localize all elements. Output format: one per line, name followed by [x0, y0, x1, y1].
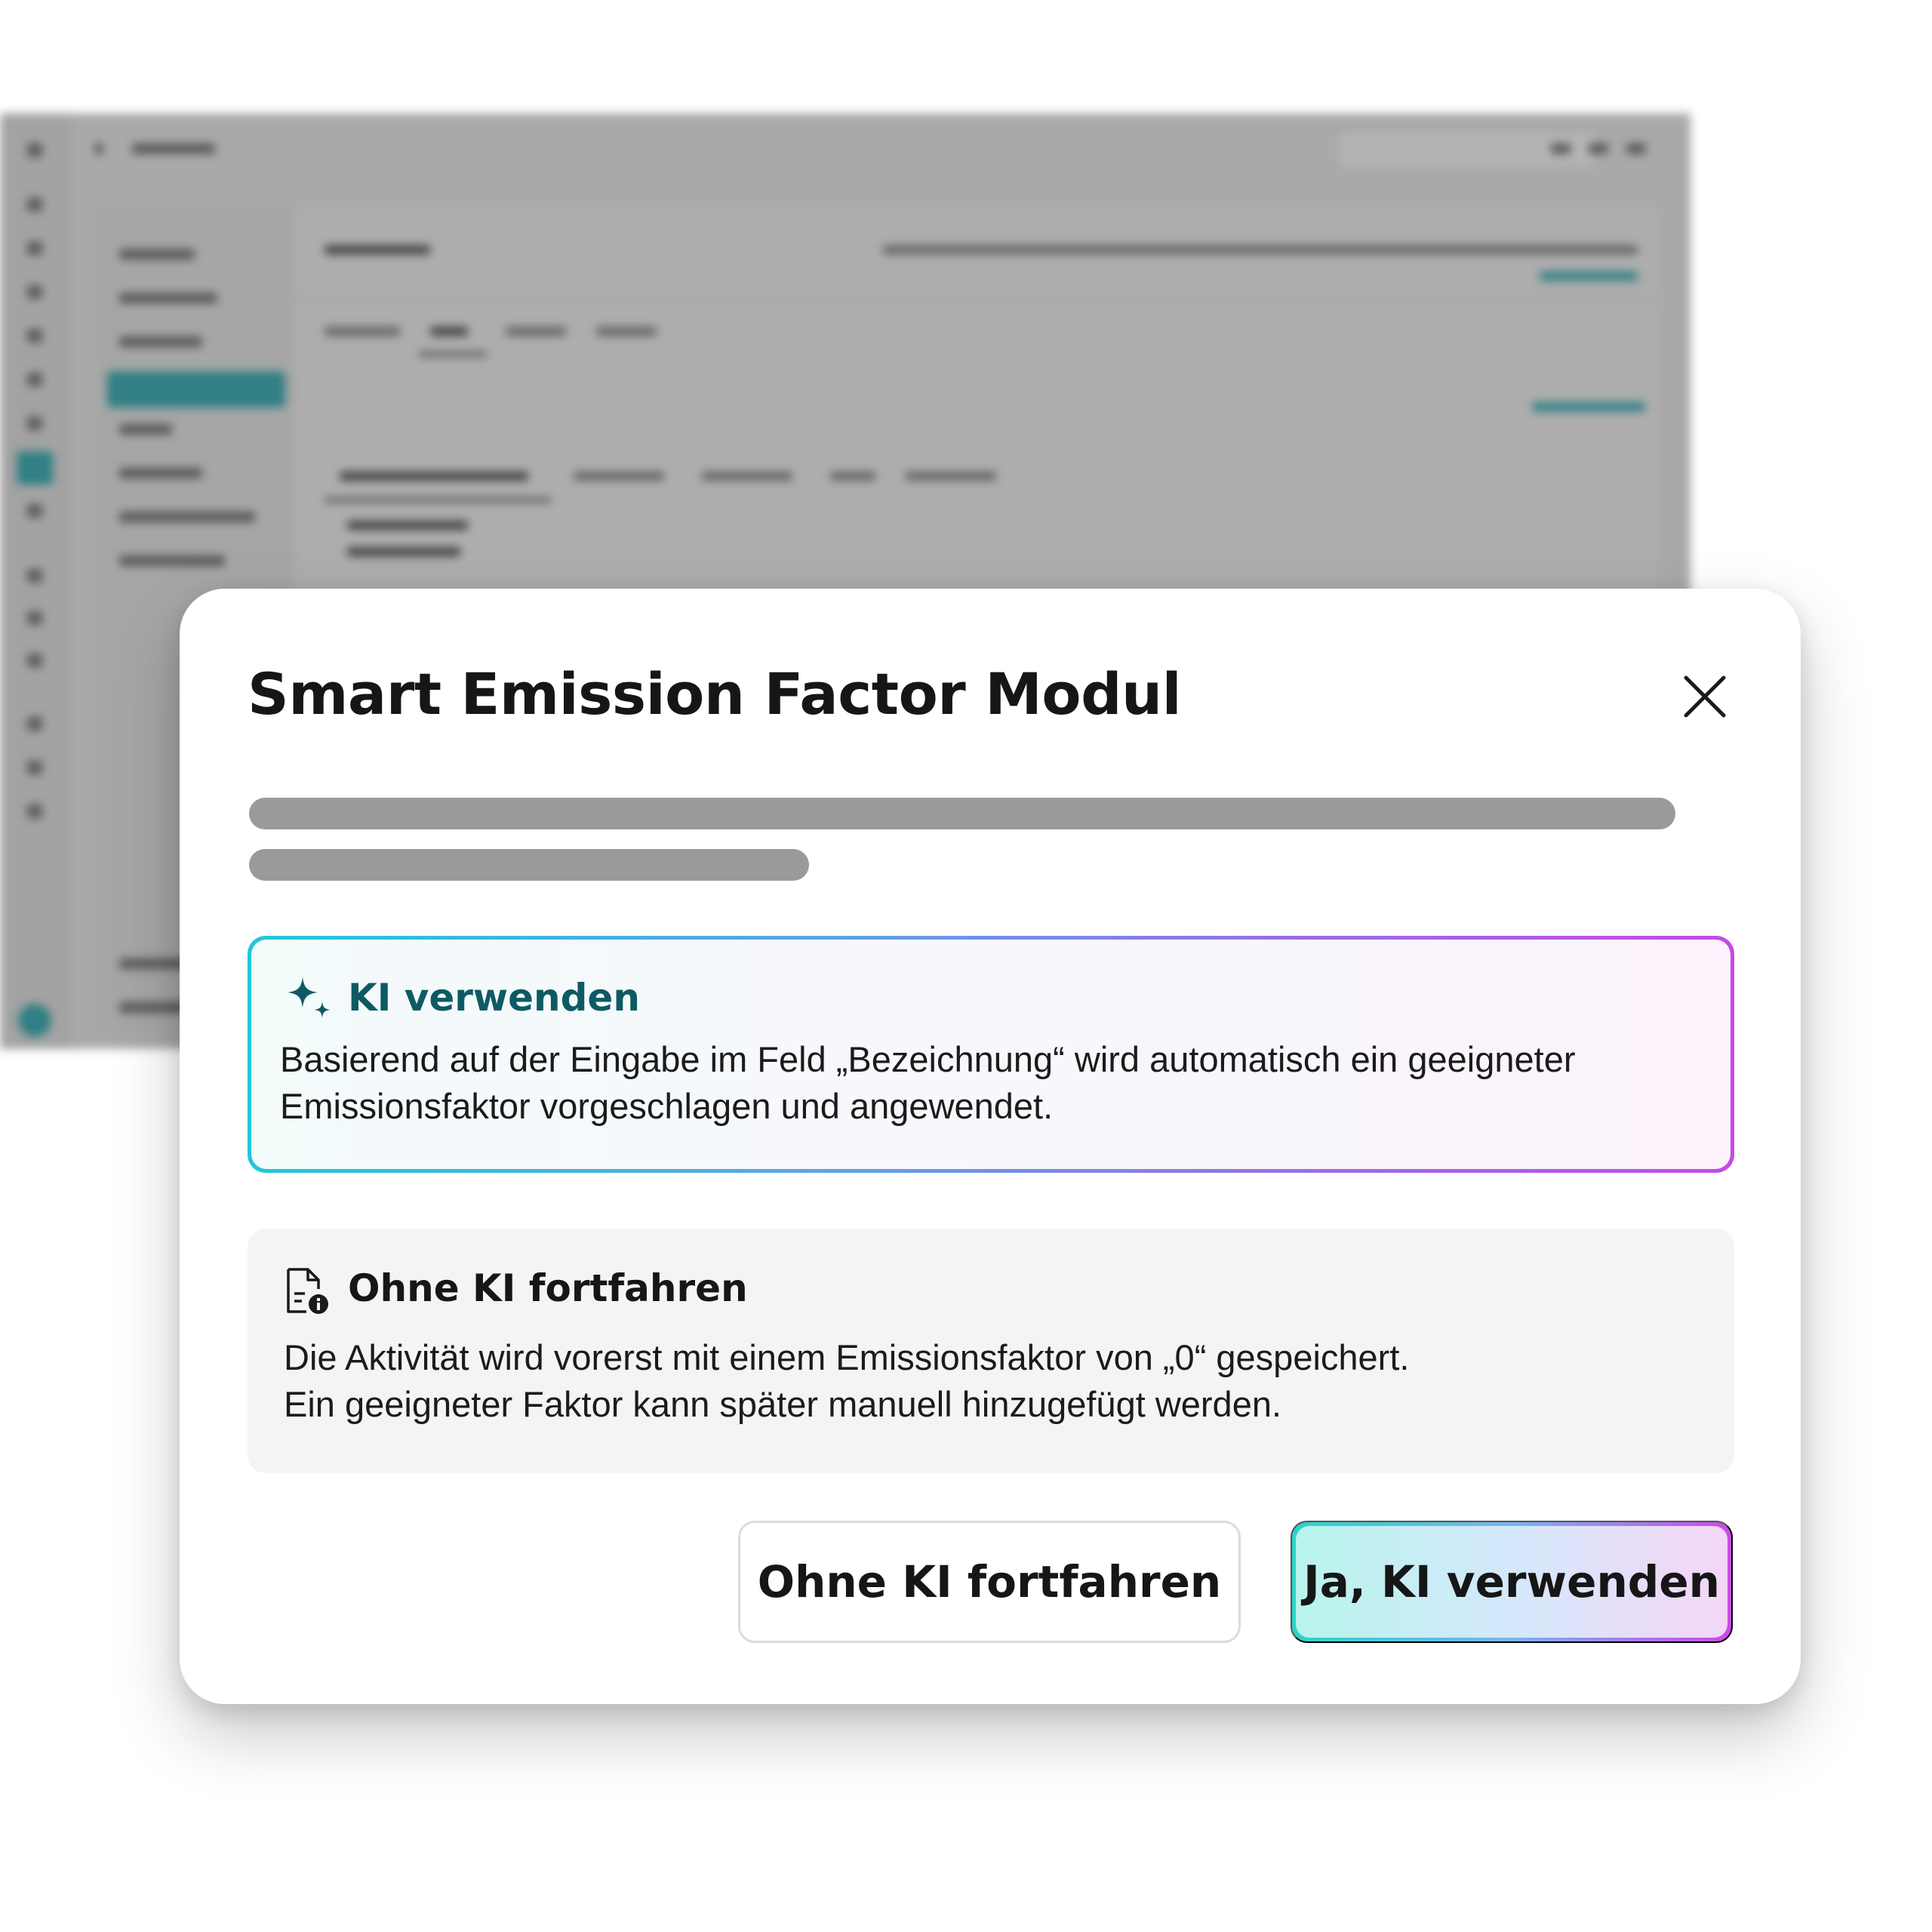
use-ai-button-label: Ja, KI verwenden: [1296, 1526, 1727, 1638]
continue-without-ai-button[interactable]: Ohne KI fortfahren: [738, 1521, 1241, 1643]
close-icon: [1684, 675, 1726, 718]
document-info-icon: [287, 1268, 328, 1314]
background-topbar: [72, 113, 1690, 185]
smart-emission-factor-dialog: Smart Emission Factor Modul KI verwenden…: [180, 589, 1801, 1704]
option-ai-title: KI verwenden: [348, 976, 640, 1020]
option-manual-title: Ohne KI fortfahren: [348, 1266, 748, 1310]
description-placeholder-line-2: [249, 849, 809, 881]
option-ai-description: Basierend auf der Eingabe im Feld „Bezei…: [280, 1039, 1576, 1126]
close-button[interactable]: [1678, 670, 1731, 723]
background-icon-rail: [0, 113, 72, 1049]
option-card-without-ai[interactable]: Ohne KI fortfahren Die Aktivität wird vo…: [248, 1229, 1734, 1473]
option-manual-description: Die Aktivität wird vorerst mit einem Emi…: [284, 1334, 1718, 1428]
option-manual-description-line-1: Die Aktivität wird vorerst mit einem Emi…: [284, 1337, 1410, 1377]
description-placeholder-line-1: [249, 798, 1675, 829]
dialog-title: Smart Emission Factor Modul: [248, 660, 1182, 728]
use-ai-button[interactable]: Ja, KI verwenden: [1291, 1521, 1733, 1643]
option-card-use-ai[interactable]: KI verwenden Basierend auf der Eingabe i…: [248, 936, 1734, 1173]
sparkle-icon: [288, 977, 331, 1018]
option-manual-description-line-2: Ein geeigneter Faktor kann später manuel…: [284, 1384, 1282, 1424]
